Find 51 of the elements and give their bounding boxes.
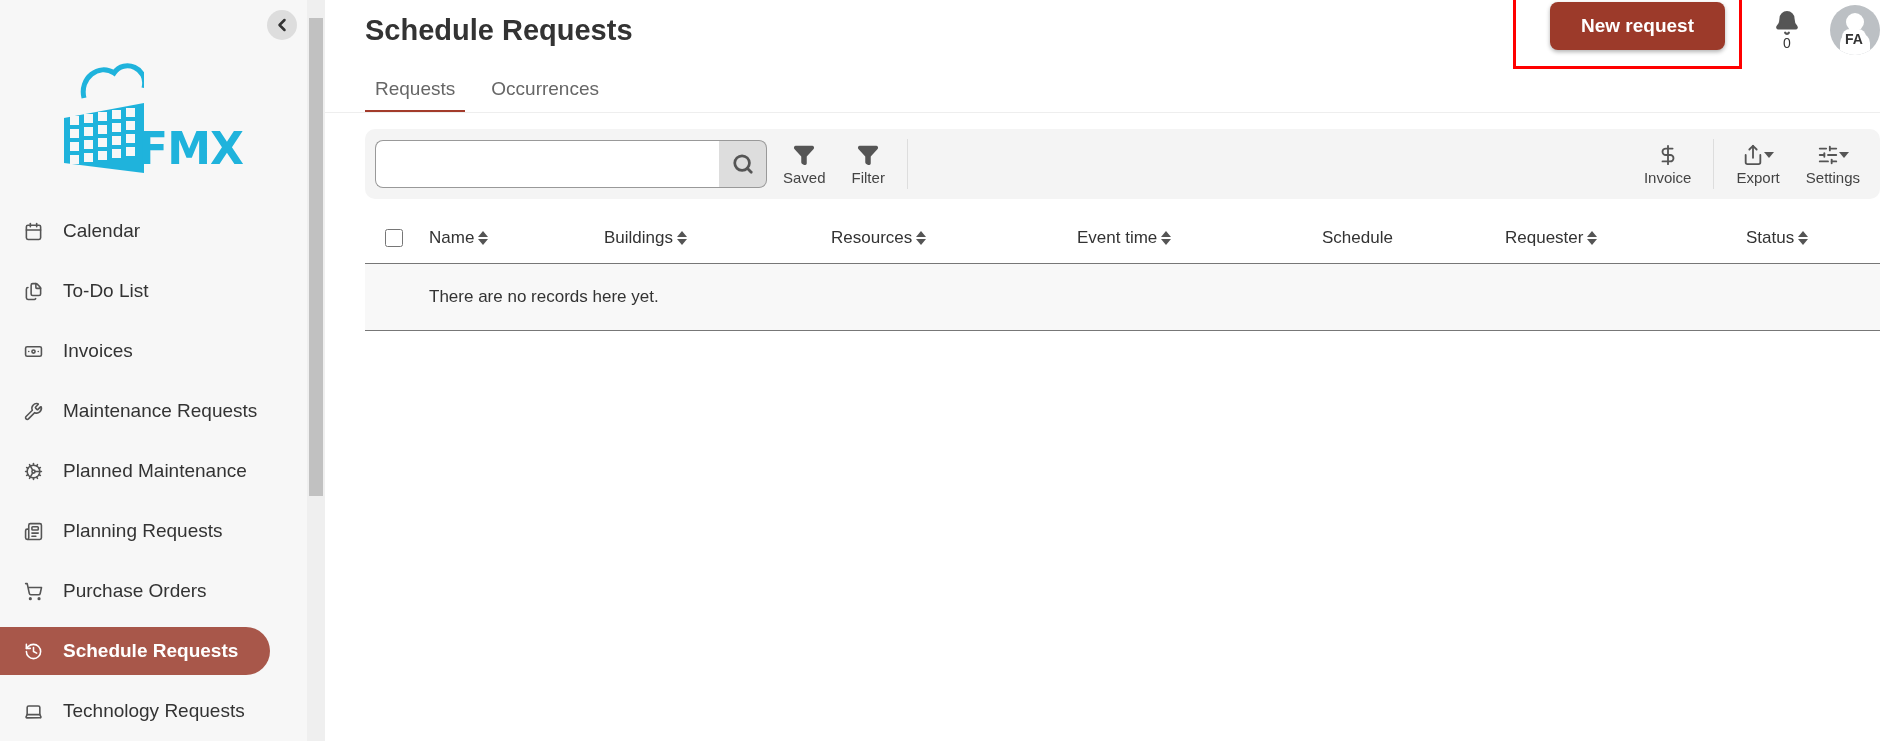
toolbar-button[interactable]: Saved (773, 142, 836, 186)
sidebar-item[interactable]: To-Do List (0, 267, 270, 315)
sliders-icon (1816, 143, 1839, 166)
user-avatar[interactable]: FA (1830, 5, 1880, 55)
menu-icon (24, 581, 43, 601)
sidebar-item[interactable]: Calendar (0, 207, 270, 255)
empty-message: There are no records here yet. (429, 287, 659, 307)
toolbar-button[interactable]: Filter (841, 142, 895, 186)
sort-icon (1798, 231, 1809, 245)
bell-icon[interactable] (1774, 10, 1800, 36)
sidebar-item[interactable]: Planned Maintenance (0, 447, 270, 495)
column-header[interactable]: Status (1746, 228, 1809, 248)
sort-icon (478, 231, 489, 245)
tab[interactable]: Occurrences (481, 72, 609, 112)
scrollbar[interactable] (307, 0, 325, 741)
menu-icon (24, 281, 43, 301)
sidebar-item[interactable]: Maintenance Requests (0, 387, 270, 435)
toolbar-button[interactable]: Settings (1795, 142, 1870, 186)
select-all-checkbox[interactable] (385, 229, 403, 247)
funnel-icon (857, 143, 880, 166)
sidebar-item[interactable]: Invoices (0, 327, 270, 375)
caret-icon (1838, 151, 1849, 158)
column-header[interactable]: Buildings (604, 228, 687, 248)
new-request-button[interactable]: New request (1550, 2, 1725, 50)
menu-icon (24, 401, 43, 421)
funnel-icon (793, 143, 816, 166)
toolbar-button[interactable]: Export (1726, 142, 1790, 186)
toolbar-button[interactable]: Invoice (1633, 142, 1702, 186)
sort-icon (1587, 231, 1598, 245)
logo-text: FMX (138, 123, 243, 174)
column-header[interactable]: Event time (1077, 228, 1172, 248)
sidebar-item[interactable]: Purchase Orders (0, 567, 270, 615)
sidebar-item[interactable]: Schedule Requests (0, 627, 270, 675)
sidebar-item[interactable]: Technology Requests (0, 687, 270, 735)
sidebar-item[interactable]: Planning Requests (0, 507, 270, 555)
sort-icon (1161, 231, 1172, 245)
column-header[interactable]: Resources (831, 228, 927, 248)
menu-icon (24, 461, 43, 481)
notification-count: 0 (1783, 36, 1791, 50)
column-header[interactable]: Requester (1505, 228, 1598, 248)
collapse-button[interactable] (267, 10, 297, 40)
caret-icon (1764, 151, 1775, 158)
column-header[interactable]: Name (429, 228, 489, 248)
menu-icon (24, 521, 43, 541)
tab[interactable]: Requests (365, 72, 466, 112)
menu-icon (24, 221, 43, 241)
column-header: Schedule (1322, 228, 1393, 248)
page-title: Schedule Requests (365, 13, 634, 47)
sort-icon (916, 231, 927, 245)
sort-icon (677, 231, 687, 245)
menu-icon (24, 641, 43, 661)
